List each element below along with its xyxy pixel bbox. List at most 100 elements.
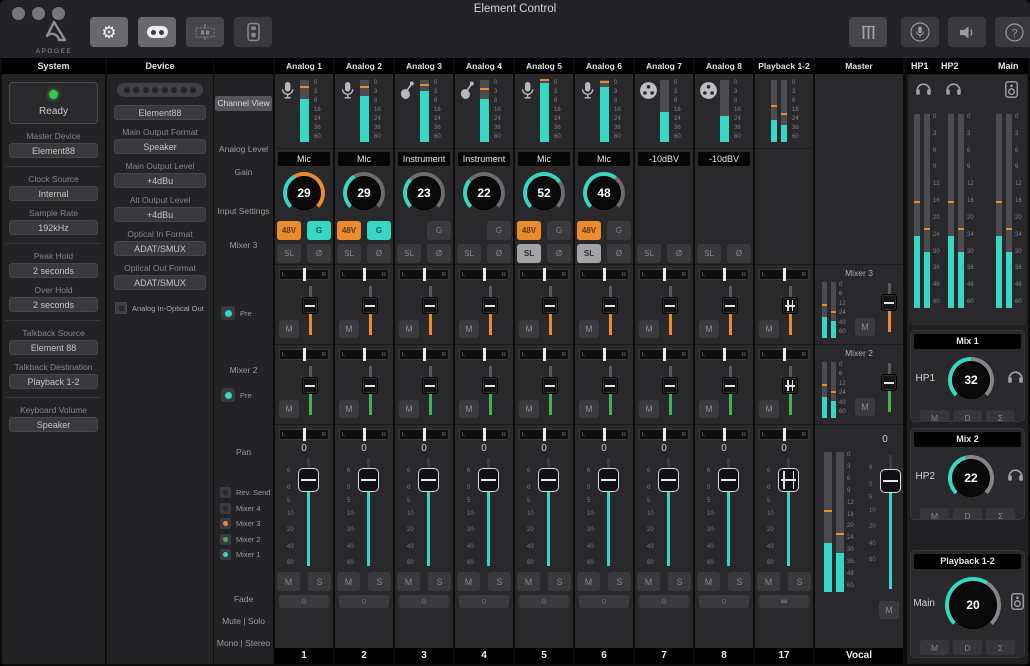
fader-handle[interactable]: [778, 468, 799, 492]
fader-handle[interactable]: [662, 297, 678, 314]
pan-slider[interactable]: LR: [639, 429, 689, 440]
pan-handle[interactable]: [723, 428, 726, 441]
send-mute-button[interactable]: M: [855, 318, 875, 336]
soft-limit-button[interactable]: SL: [577, 244, 601, 263]
pan-slider[interactable]: LR: [339, 429, 389, 440]
send-mute-button[interactable]: M: [459, 400, 479, 418]
pan-slider[interactable]: LR: [639, 269, 689, 280]
mono-stereo-button[interactable]: ○: [399, 595, 449, 608]
pan-slider[interactable]: LR: [399, 429, 449, 440]
pan-handle[interactable]: [483, 268, 486, 281]
channel-fader[interactable]: 60510204060: [401, 456, 447, 568]
mute-button[interactable]: M: [277, 572, 300, 591]
input-level-select[interactable]: Mic: [338, 152, 390, 166]
gain-knob[interactable]: 48: [583, 172, 625, 214]
pan-slider[interactable]: LR: [759, 349, 809, 360]
mixer-send-fader[interactable]: [542, 364, 558, 418]
phase-button[interactable]: Ø: [307, 244, 331, 263]
input-level-select[interactable]: Instrument: [458, 152, 510, 166]
pan-handle[interactable]: [303, 428, 306, 441]
fader-handle[interactable]: [662, 377, 678, 394]
mono-stereo-button[interactable]: ○: [579, 595, 629, 608]
optical-out-format-select[interactable]: ADAT/SMUX: [114, 275, 206, 290]
mixer-send-fader[interactable]: [482, 364, 498, 418]
phase-button[interactable]: Ø: [547, 244, 571, 263]
pan-handle[interactable]: [543, 428, 546, 441]
mix-dim-button[interactable]: D: [953, 640, 982, 655]
pan-handle[interactable]: [603, 268, 606, 281]
input-level-select[interactable]: -10dBV: [638, 152, 690, 166]
fader-handle[interactable]: [418, 468, 439, 492]
soft-limit-button[interactable]: SL: [697, 244, 721, 263]
settings-toolbar-button[interactable]: ⚙: [90, 17, 128, 47]
send-mute-button[interactable]: M: [399, 320, 419, 338]
channel-fader[interactable]: 60510204060: [461, 456, 507, 568]
group-button[interactable]: G: [487, 221, 511, 240]
phantom-48v-button[interactable]: 48V: [337, 221, 361, 240]
channel-fader[interactable]: 60510204060: [641, 456, 687, 568]
send-mute-button[interactable]: M: [339, 400, 359, 418]
mute-button[interactable]: M: [879, 601, 899, 619]
fader-handle[interactable]: [358, 468, 379, 492]
channel-fader[interactable]: 60510204060: [761, 456, 807, 568]
send-mute-button[interactable]: M: [519, 320, 539, 338]
send-mute-button[interactable]: M: [279, 320, 299, 338]
fader-handle[interactable]: [542, 297, 558, 314]
mixer-send-fader[interactable]: [782, 364, 798, 418]
fader-handle[interactable]: [298, 468, 319, 492]
send-mute-button[interactable]: M: [339, 320, 359, 338]
group-button[interactable]: G: [427, 221, 451, 240]
fader-handle[interactable]: [422, 297, 438, 314]
mute-button[interactable]: M: [517, 572, 540, 591]
soft-limit-button[interactable]: SL: [457, 244, 481, 263]
solo-button[interactable]: S: [788, 572, 811, 591]
meters-view-toolbar-button[interactable]: [138, 17, 176, 47]
mix-level-knob[interactable]: 20: [945, 577, 1001, 633]
pan-slider[interactable]: LR: [759, 269, 809, 280]
fader-handle[interactable]: [602, 377, 618, 394]
mixer-send-fader[interactable]: [482, 284, 498, 338]
fader-handle[interactable]: [362, 297, 378, 314]
mixer-send-fader[interactable]: [362, 364, 378, 418]
mix-mute-button[interactable]: M: [920, 640, 949, 655]
pan-slider[interactable]: LR: [519, 429, 569, 440]
pan-handle[interactable]: [423, 428, 426, 441]
phase-button[interactable]: Ø: [427, 244, 451, 263]
pan-slider[interactable]: LR: [519, 349, 569, 360]
input-level-select[interactable]: Instrument: [398, 152, 450, 166]
send-mute-button[interactable]: M: [699, 400, 719, 418]
fader-handle[interactable]: [542, 377, 558, 394]
mixer-send-fader[interactable]: [662, 364, 678, 418]
stereo-link-button[interactable]: ∞: [759, 595, 809, 608]
pan-handle[interactable]: [603, 348, 606, 361]
mixer-send-fader[interactable]: [602, 364, 618, 418]
channel-fader[interactable]: 60510204060: [521, 456, 567, 568]
mixer-send-fader[interactable]: [722, 364, 738, 418]
solo-button[interactable]: S: [608, 572, 631, 591]
master-device-select[interactable]: Element88: [9, 143, 98, 158]
mixer-send-fader[interactable]: [722, 284, 738, 338]
mixer-send-fader[interactable]: [881, 361, 897, 415]
pan-handle[interactable]: [663, 428, 666, 441]
mono-stereo-button[interactable]: ○: [699, 595, 749, 608]
mixer2-pre-toggle[interactable]: Pre: [221, 388, 252, 402]
channel-fader[interactable]: 60510204060: [341, 456, 387, 568]
channel-fader[interactable]: 60510204060: [701, 456, 747, 568]
input-level-select[interactable]: Mic: [578, 152, 630, 166]
routing-toolbar-button[interactable]: [186, 17, 224, 47]
mixer-send-fader[interactable]: [782, 284, 798, 338]
optical-in-format-select[interactable]: ADAT/SMUX: [114, 241, 206, 256]
sample-rate-select[interactable]: 192kHz: [9, 220, 98, 235]
fader-handle[interactable]: [602, 297, 618, 314]
pan-handle[interactable]: [303, 348, 306, 361]
mute-button[interactable]: M: [457, 572, 480, 591]
pan-handle[interactable]: [363, 348, 366, 361]
mixer-send-fader[interactable]: [422, 284, 438, 338]
pan-handle[interactable]: [483, 428, 486, 441]
solo-button[interactable]: S: [728, 572, 751, 591]
mono-stereo-button[interactable]: ○: [339, 595, 389, 608]
channel-fader[interactable]: 60510204060: [281, 456, 327, 568]
pan-slider[interactable]: LR: [639, 349, 689, 360]
mute-button[interactable]: M: [337, 572, 360, 591]
pan-slider[interactable]: LR: [459, 269, 509, 280]
